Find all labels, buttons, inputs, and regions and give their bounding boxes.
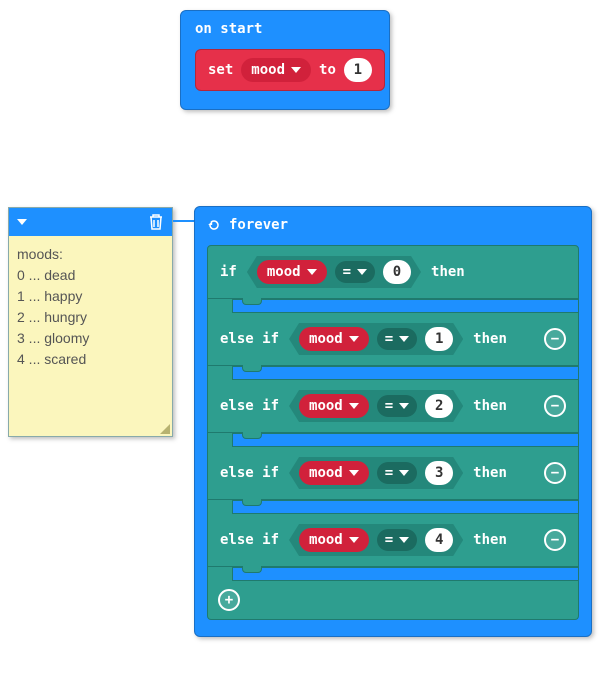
operator-label: = <box>385 465 393 481</box>
add-branch-icon[interactable]: + <box>218 589 240 611</box>
number-value: 2 <box>435 398 443 414</box>
chevron-down-icon <box>307 269 317 275</box>
remove-branch-icon[interactable]: − <box>544 462 566 484</box>
to-keyword: to <box>319 62 336 78</box>
comment-note[interactable]: moods: 0 ... dead 1 ... happy 2 ... hung… <box>8 207 173 437</box>
variable-dropdown[interactable]: mood <box>299 461 369 485</box>
variable-dropdown[interactable]: mood <box>299 327 369 351</box>
elseif-keyword: else if <box>220 532 279 548</box>
elseif-branch[interactable]: else if mood = 3 then − <box>207 447 579 500</box>
variable-name: mood <box>251 62 285 78</box>
number-input[interactable]: 2 <box>425 394 453 418</box>
on-start-label: on start <box>195 21 262 37</box>
number-value: 0 <box>393 264 401 280</box>
comment-line: 3 ... gloomy <box>17 328 164 349</box>
set-variable-block[interactable]: set mood to 1 <box>195 49 385 91</box>
chevron-down-icon <box>291 67 301 73</box>
number-value: 1 <box>354 62 362 78</box>
remove-branch-icon[interactable]: − <box>544 395 566 417</box>
if-branch[interactable]: if mood = 0 then <box>207 245 579 299</box>
number-input[interactable]: 4 <box>425 528 453 552</box>
elseif-branch[interactable]: else if mood = 4 then − <box>207 514 579 567</box>
chevron-down-icon <box>349 336 359 342</box>
then-keyword: then <box>473 398 507 414</box>
condition-hex[interactable]: mood = 1 <box>289 323 463 355</box>
condition-hex[interactable]: mood = 0 <box>247 256 421 288</box>
variable-dropdown[interactable]: mood <box>299 528 369 552</box>
on-start-block[interactable]: on start set mood to 1 <box>180 10 390 110</box>
branch-slot[interactable] <box>207 500 579 514</box>
comment-header[interactable] <box>9 208 172 236</box>
chevron-down-icon <box>399 470 409 476</box>
forever-label: forever <box>229 217 288 233</box>
condition-hex[interactable]: mood = 3 <box>289 457 463 489</box>
elseif-branch[interactable]: else if mood = 2 then − <box>207 380 579 433</box>
elseif-branch[interactable]: else if mood = 1 then − <box>207 313 579 366</box>
condition-hex[interactable]: mood = 4 <box>289 524 463 556</box>
number-input[interactable]: 1 <box>425 327 453 351</box>
comment-line: 1 ... happy <box>17 286 164 307</box>
forever-block[interactable]: forever if mood = 0 then <box>194 206 592 637</box>
operator-label: = <box>385 398 393 414</box>
chevron-down-icon <box>349 403 359 409</box>
variable-dropdown[interactable]: mood <box>299 394 369 418</box>
number-value: 4 <box>435 532 443 548</box>
condition-hex[interactable]: mood = 2 <box>289 390 463 422</box>
trash-icon[interactable] <box>148 213 164 231</box>
operator-label: = <box>343 264 351 280</box>
variable-dropdown[interactable]: mood <box>257 260 327 284</box>
variable-dropdown[interactable]: mood <box>241 58 311 82</box>
comment-line: 0 ... dead <box>17 265 164 286</box>
then-keyword: then <box>431 264 465 280</box>
number-value: 3 <box>435 465 443 481</box>
variable-name: mood <box>309 465 343 481</box>
variable-name: mood <box>309 331 343 347</box>
chevron-down-icon <box>399 537 409 543</box>
number-input[interactable]: 1 <box>344 58 372 82</box>
branch-slot[interactable] <box>207 567 579 581</box>
then-keyword: then <box>473 532 507 548</box>
on-start-title: on start <box>195 21 375 37</box>
chevron-down-icon <box>399 403 409 409</box>
variable-name: mood <box>309 398 343 414</box>
operator-dropdown[interactable]: = <box>377 529 417 551</box>
operator-dropdown[interactable]: = <box>377 328 417 350</box>
branch-slot[interactable] <box>207 366 579 380</box>
set-keyword: set <box>208 62 233 78</box>
forever-title: forever <box>207 217 579 233</box>
if-else-block[interactable]: if mood = 0 then else if <box>207 245 579 620</box>
comment-line: 2 ... hungry <box>17 307 164 328</box>
collapse-icon[interactable] <box>17 219 27 225</box>
comment-title: moods: <box>17 244 164 265</box>
comment-line: 4 ... scared <box>17 349 164 370</box>
resize-handle-icon[interactable] <box>160 424 170 434</box>
number-value: 1 <box>435 331 443 347</box>
chevron-down-icon <box>357 269 367 275</box>
if-footer: + <box>207 581 579 620</box>
chevron-down-icon <box>349 470 359 476</box>
branch-slot[interactable] <box>207 433 579 447</box>
operator-dropdown[interactable]: = <box>335 261 375 283</box>
elseif-keyword: else if <box>220 331 279 347</box>
elseif-keyword: else if <box>220 465 279 481</box>
chevron-down-icon <box>399 336 409 342</box>
operator-label: = <box>385 331 393 347</box>
variable-name: mood <box>309 532 343 548</box>
operator-label: = <box>385 532 393 548</box>
operator-dropdown[interactable]: = <box>377 462 417 484</box>
elseif-keyword: else if <box>220 398 279 414</box>
then-keyword: then <box>473 331 507 347</box>
loop-icon <box>207 218 221 232</box>
number-input[interactable]: 3 <box>425 461 453 485</box>
operator-dropdown[interactable]: = <box>377 395 417 417</box>
comment-body[interactable]: moods: 0 ... dead 1 ... happy 2 ... hung… <box>9 236 172 436</box>
remove-branch-icon[interactable]: − <box>544 328 566 350</box>
variable-name: mood <box>267 264 301 280</box>
number-input[interactable]: 0 <box>383 260 411 284</box>
if-keyword: if <box>220 264 237 280</box>
then-keyword: then <box>473 465 507 481</box>
branch-slot[interactable] <box>207 299 579 313</box>
chevron-down-icon <box>349 537 359 543</box>
remove-branch-icon[interactable]: − <box>544 529 566 551</box>
